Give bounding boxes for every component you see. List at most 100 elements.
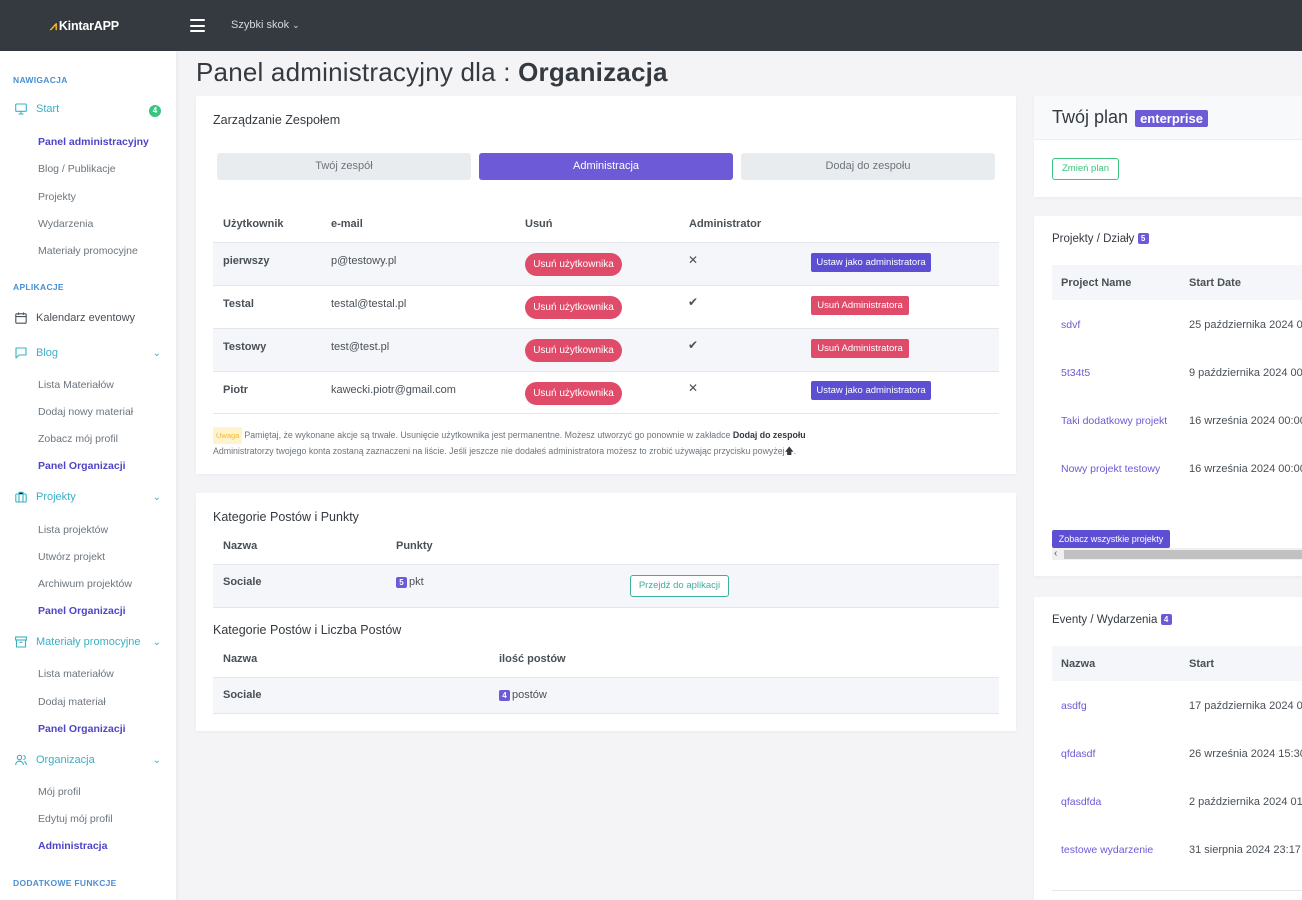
- sidebar-sub-wydarzenia[interactable]: Wydarzenia: [38, 218, 93, 230]
- admin-no-icon: ✕: [688, 253, 699, 267]
- event-start-date: 26 września 2024 15:30: [1189, 748, 1302, 760]
- remove-user-button[interactable]: Usuń użytkownika: [525, 253, 622, 276]
- points-unit: pkt: [409, 576, 424, 588]
- categories-points-title: Kategorie Postów i Punkty: [213, 510, 359, 524]
- project-start-date: 25 października 2024 00:00: [1189, 319, 1302, 331]
- sidebar-sub-panel-admin[interactable]: Panel administracyjny: [38, 136, 149, 148]
- sidebar-sub-utworz-projekt[interactable]: Utwórz projekt: [38, 551, 105, 563]
- app-logo[interactable]: ⩘ KintarAPP: [50, 19, 119, 34]
- sidebar-item-label: Blog: [36, 347, 59, 360]
- monitor-icon: [15, 103, 27, 115]
- hamburger-menu-icon[interactable]: [190, 19, 205, 32]
- page-title: Panel administracyjny dla : Organizacja: [196, 57, 668, 88]
- team-note: Uwaga Pamiętaj, że wykonane akcje są trwa…: [213, 427, 993, 459]
- user-email: test@test.pl: [331, 341, 390, 353]
- set-admin-button[interactable]: Ustaw jako administratora: [811, 381, 931, 400]
- project-link[interactable]: Nowy projekt testowy: [1061, 463, 1160, 475]
- remove-user-button[interactable]: Usuń użytkownika: [525, 382, 622, 405]
- sidebar-sub-panel-org-projekty[interactable]: Panel Organizacji: [38, 605, 126, 617]
- sidebar-item-label: Start: [36, 103, 60, 116]
- sidebar-sub-materialy[interactable]: Materiały promocyjne: [38, 245, 138, 257]
- event-start-date: 17 października 2024 03:: [1189, 700, 1302, 712]
- admin-yes-icon: ✔: [688, 338, 699, 352]
- see-all-projects-button[interactable]: Zobacz wszystkie projekty: [1052, 530, 1170, 548]
- sidebar-sub-archiwum[interactable]: Archiwum projektów: [38, 578, 132, 590]
- section-extra: DODATKOWE FUNKCJE: [13, 878, 117, 888]
- event-link[interactable]: asdfg: [1061, 700, 1087, 712]
- col-header-name: Nazwa: [223, 540, 258, 552]
- remove-user-button[interactable]: Usuń użytkownika: [525, 296, 622, 319]
- sidebar-item-blog[interactable]: Blog ⌄: [15, 347, 165, 363]
- calendar-icon: [15, 312, 27, 324]
- project-start-date: 16 września 2024 00:00: [1189, 415, 1302, 427]
- projects-horizontal-scrollbar[interactable]: ‹: [1052, 548, 1302, 560]
- plan-tier-badge: enterprise: [1135, 109, 1208, 127]
- col-header-email: e-mail: [331, 218, 363, 230]
- remove-admin-button[interactable]: Usuń Administratora: [811, 296, 909, 315]
- set-admin-button[interactable]: Ustaw jako administratora: [811, 253, 931, 272]
- sidebar-sub-projekty[interactable]: Projekty: [38, 191, 76, 203]
- col-header-event-start: Start: [1189, 658, 1215, 670]
- table-row: [213, 677, 999, 714]
- admin-no-icon: ✕: [688, 381, 699, 395]
- sidebar-sub-moj-profil[interactable]: Mój profil: [38, 786, 81, 798]
- scrollbar-thumb[interactable]: [1064, 550, 1302, 559]
- project-link[interactable]: 5t34t5: [1061, 367, 1090, 379]
- col-header-event-name: Nazwa: [1061, 658, 1096, 670]
- sidebar-item-projekty[interactable]: Projekty ⌄: [15, 491, 165, 507]
- plan-label: Twój plan: [1052, 107, 1129, 127]
- top-bar: ⩘ KintarAPP Szybki skok ⌄: [0, 0, 1302, 51]
- tab-administracja[interactable]: Administracja: [479, 153, 733, 180]
- remove-user-button[interactable]: Usuń użytkownika: [525, 339, 622, 362]
- sidebar-sub-lista-materialow-promo[interactable]: Lista materiałów: [38, 668, 114, 680]
- plan-title: Twój plan enterprise: [1052, 107, 1208, 128]
- event-link[interactable]: testowe wydarzenie: [1061, 844, 1153, 856]
- table-row: [213, 564, 999, 608]
- sidebar-sub-lista-projektow[interactable]: Lista projektów: [38, 524, 108, 536]
- tab-dodaj-do-zespolu[interactable]: Dodaj do zespołu: [741, 153, 995, 180]
- scroll-left-icon[interactable]: ‹: [1054, 548, 1057, 560]
- sidebar-sub-edytuj-profil[interactable]: Edytuj mój profil: [38, 813, 113, 825]
- sidebar-item-calendar[interactable]: Kalendarz eventowy: [15, 312, 165, 328]
- chevron-down-icon: ⌄: [152, 755, 161, 766]
- projects-count-badge: 5: [1137, 233, 1149, 245]
- events-card-title: Eventy / Wydarzenia 4: [1052, 614, 1174, 626]
- project-link[interactable]: Taki dodatkowy projekt: [1061, 415, 1167, 427]
- sidebar-sub-lista-materialow[interactable]: Lista Materiałów: [38, 379, 114, 391]
- page-title-org: Organizacja: [518, 57, 668, 87]
- sidebar-sub-panel-org-promo[interactable]: Panel Organizacji: [38, 723, 126, 735]
- project-start-date: 9 października 2024 00:00: [1189, 367, 1302, 379]
- sidebar-sub-dodaj-material-promo[interactable]: Dodaj materiał: [38, 696, 106, 708]
- sidebar-sub-panel-org-blog[interactable]: Panel Organizacji: [38, 460, 126, 472]
- quick-jump-dropdown[interactable]: Szybki skok ⌄: [231, 19, 300, 31]
- sidebar-sub-blog-publikacje[interactable]: Blog / Publikacje: [38, 163, 116, 175]
- col-header-remove: Usuń: [525, 218, 553, 230]
- go-to-app-button[interactable]: Przejdź do aplikacji: [630, 575, 729, 597]
- event-start-date: 31 sierpnia 2024 23:17: [1189, 844, 1301, 856]
- remove-admin-button[interactable]: Usuń Administratora: [811, 339, 909, 358]
- sidebar-item-label: Kalendarz eventowy: [36, 312, 136, 325]
- event-link[interactable]: qfasdfda: [1061, 796, 1101, 808]
- section-apps: APLIKACJE: [13, 282, 64, 292]
- user-name: Testal: [223, 298, 254, 310]
- change-plan-button[interactable]: Zmień plan: [1052, 158, 1119, 180]
- warning-badge: Uwaga: [213, 427, 243, 444]
- sidebar-item-label: Projekty: [36, 491, 76, 504]
- user-name: pierwszy: [223, 255, 270, 267]
- sidebar-item-label: Materiały promocyjne: [36, 636, 141, 649]
- sidebar-sub-administracja[interactable]: Administracja: [38, 840, 107, 852]
- sidebar-item-materialy[interactable]: Materiały promocyjne ⌄: [15, 636, 165, 652]
- sidebar-item-start[interactable]: Start 4: [15, 103, 165, 119]
- sidebar-item-organizacja[interactable]: Organizacja ⌄: [15, 754, 165, 770]
- project-link[interactable]: sdvf: [1061, 319, 1080, 331]
- events-table-divider: [1052, 890, 1302, 891]
- event-link[interactable]: qfdasdf: [1061, 748, 1095, 760]
- tab-twoj-zespol[interactable]: Twój zespół: [217, 153, 471, 180]
- sidebar-sub-dodaj-material[interactable]: Dodaj nowy materiał: [38, 406, 133, 418]
- sidebar-sub-zobacz-profil[interactable]: Zobacz mój profil: [38, 433, 118, 445]
- category-post-count: 4 postów: [499, 689, 547, 701]
- team-card-title: Zarządzanie Zespołem: [213, 113, 341, 127]
- events-count-badge: 4: [1160, 614, 1172, 626]
- note-bold-link: Dodaj do zespołu: [732, 430, 806, 440]
- chat-icon: [15, 347, 27, 359]
